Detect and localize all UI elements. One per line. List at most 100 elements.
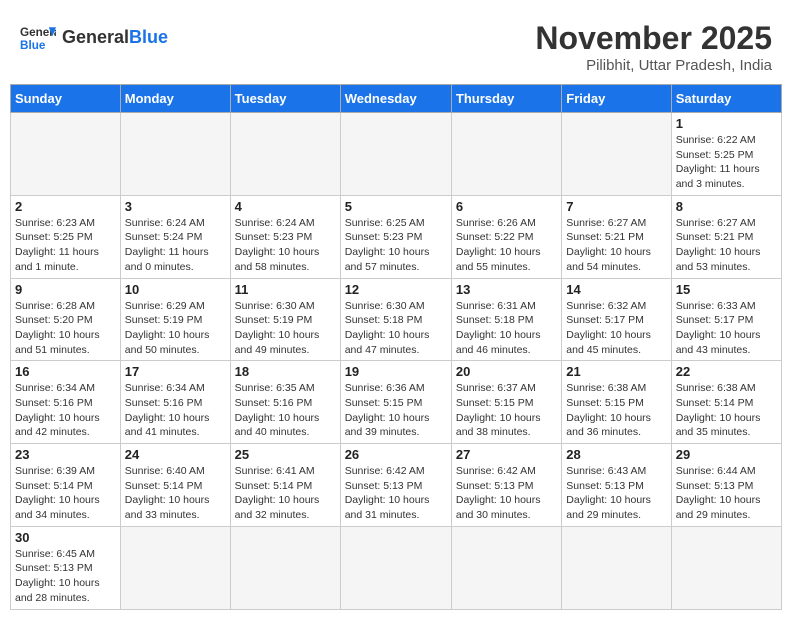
day-number: 16 [15,364,116,379]
day-number: 15 [676,282,777,297]
calendar-cell: 27Sunrise: 6:42 AMSunset: 5:13 PMDayligh… [451,444,561,527]
day-of-week-sunday: Sunday [11,85,121,113]
calendar-cell: 13Sunrise: 6:31 AMSunset: 5:18 PMDayligh… [451,278,561,361]
calendar-header: SundayMondayTuesdayWednesdayThursdayFrid… [11,85,782,113]
day-number: 23 [15,447,116,462]
day-number: 9 [15,282,116,297]
calendar-cell [562,526,671,609]
day-info: Sunrise: 6:26 AMSunset: 5:22 PMDaylight:… [456,216,557,275]
day-info: Sunrise: 6:44 AMSunset: 5:13 PMDaylight:… [676,464,777,523]
day-number: 21 [566,364,666,379]
day-of-week-tuesday: Tuesday [230,85,340,113]
calendar-cell: 30Sunrise: 6:45 AMSunset: 5:13 PMDayligh… [11,526,121,609]
day-info: Sunrise: 6:30 AMSunset: 5:18 PMDaylight:… [345,299,447,358]
day-of-week-saturday: Saturday [671,85,781,113]
day-number: 8 [676,199,777,214]
calendar-cell [120,113,230,196]
week-row-4: 23Sunrise: 6:39 AMSunset: 5:14 PMDayligh… [11,444,782,527]
day-number: 7 [566,199,666,214]
calendar-cell: 20Sunrise: 6:37 AMSunset: 5:15 PMDayligh… [451,361,561,444]
day-info: Sunrise: 6:27 AMSunset: 5:21 PMDaylight:… [566,216,666,275]
calendar-cell: 28Sunrise: 6:43 AMSunset: 5:13 PMDayligh… [562,444,671,527]
title-block: November 2025 Pilibhit, Uttar Pradesh, I… [535,20,772,74]
day-number: 6 [456,199,557,214]
calendar-cell: 6 Sunrise: 6:26 AMSunset: 5:22 PMDaylight… [451,195,561,278]
day-info: Sunrise: 6:38 AMSunset: 5:14 PMDaylight:… [676,381,777,440]
calendar-cell [230,113,340,196]
day-number: 10 [125,282,226,297]
calendar-cell: 9 Sunrise: 6:28 AMSunset: 5:20 PMDaylight… [11,278,121,361]
day-info: Sunrise: 6:22 AMSunset: 5:25 PMDaylight:… [676,133,777,192]
calendar-cell: 14 Sunrise: 6:32 AMSunset: 5:17 PMDayligh… [562,278,671,361]
week-row-1: 2Sunrise: 6:23 AMSunset: 5:25 PMDaylight… [11,195,782,278]
calendar-cell [230,526,340,609]
day-number: 20 [456,364,557,379]
calendar-cell [120,526,230,609]
day-of-week-wednesday: Wednesday [340,85,451,113]
calendar-cell: 24 Sunrise: 6:40 AMSunset: 5:14 PMDayligh… [120,444,230,527]
day-number: 3 [125,199,226,214]
generalblue-logo-icon: General Blue [20,20,56,56]
day-info: Sunrise: 6:38 AMSunset: 5:15 PMDaylight:… [566,381,666,440]
calendar-cell: 29 Sunrise: 6:44 AMSunset: 5:13 PMDayligh… [671,444,781,527]
day-info: Sunrise: 6:32 AMSunset: 5:17 PMDaylight:… [566,299,666,358]
day-number: 24 [125,447,226,462]
day-info: Sunrise: 6:43 AMSunset: 5:13 PMDaylight:… [566,464,666,523]
day-number: 11 [235,282,336,297]
day-number: 1 [676,116,777,131]
calendar-cell: 21 Sunrise: 6:38 AMSunset: 5:15 PMDayligh… [562,361,671,444]
day-info: Sunrise: 6:41 AMSunset: 5:14 PMDaylight:… [235,464,336,523]
logo-general-text: GeneralBlue [62,28,168,48]
calendar-cell: 2Sunrise: 6:23 AMSunset: 5:25 PMDaylight… [11,195,121,278]
day-info: Sunrise: 6:31 AMSunset: 5:18 PMDaylight:… [456,299,557,358]
calendar-cell [562,113,671,196]
calendar-cell: 18Sunrise: 6:35 AMSunset: 5:16 PMDayligh… [230,361,340,444]
calendar-cell: 19 Sunrise: 6:36 AMSunset: 5:15 PMDayligh… [340,361,451,444]
day-number: 2 [15,199,116,214]
day-of-week-friday: Friday [562,85,671,113]
calendar-cell: 15 Sunrise: 6:33 AMSunset: 5:17 PMDayligh… [671,278,781,361]
day-number: 30 [15,530,116,545]
day-number: 29 [676,447,777,462]
calendar-cell: 11Sunrise: 6:30 AMSunset: 5:19 PMDayligh… [230,278,340,361]
calendar-cell: 1 Sunrise: 6:22 AMSunset: 5:25 PMDaylight… [671,113,781,196]
calendar-cell: 4Sunrise: 6:24 AMSunset: 5:23 PMDaylight… [230,195,340,278]
day-info: Sunrise: 6:25 AMSunset: 5:23 PMDaylight:… [345,216,447,275]
days-of-week-row: SundayMondayTuesdayWednesdayThursdayFrid… [11,85,782,113]
day-number: 22 [676,364,777,379]
day-info: Sunrise: 6:28 AMSunset: 5:20 PMDaylight:… [15,299,116,358]
calendar-cell: 10 Sunrise: 6:29 AMSunset: 5:19 PMDayligh… [120,278,230,361]
logo: General Blue GeneralBlue [20,20,168,56]
day-info: Sunrise: 6:40 AMSunset: 5:14 PMDaylight:… [125,464,226,523]
month-title: November 2025 [535,20,772,57]
day-number: 14 [566,282,666,297]
day-info: Sunrise: 6:35 AMSunset: 5:16 PMDaylight:… [235,381,336,440]
day-number: 4 [235,199,336,214]
svg-text:Blue: Blue [20,39,46,52]
calendar-cell: 25Sunrise: 6:41 AMSunset: 5:14 PMDayligh… [230,444,340,527]
day-number: 19 [345,364,447,379]
day-number: 27 [456,447,557,462]
day-number: 26 [345,447,447,462]
calendar-cell: 8 Sunrise: 6:27 AMSunset: 5:21 PMDaylight… [671,195,781,278]
calendar-cell: 12 Sunrise: 6:30 AMSunset: 5:18 PMDayligh… [340,278,451,361]
day-info: Sunrise: 6:36 AMSunset: 5:15 PMDaylight:… [345,381,447,440]
calendar-cell [340,526,451,609]
calendar-cell [11,113,121,196]
calendar-cell: 16Sunrise: 6:34 AMSunset: 5:16 PMDayligh… [11,361,121,444]
week-row-0: 1 Sunrise: 6:22 AMSunset: 5:25 PMDaylight… [11,113,782,196]
day-info: Sunrise: 6:34 AMSunset: 5:16 PMDaylight:… [125,381,226,440]
day-number: 5 [345,199,447,214]
header: General Blue GeneralBlue November 2025 P… [10,10,782,79]
day-info: Sunrise: 6:27 AMSunset: 5:21 PMDaylight:… [676,216,777,275]
calendar-cell [451,113,561,196]
calendar-cell: 23Sunrise: 6:39 AMSunset: 5:14 PMDayligh… [11,444,121,527]
day-number: 12 [345,282,447,297]
day-info: Sunrise: 6:33 AMSunset: 5:17 PMDaylight:… [676,299,777,358]
calendar-cell: 3Sunrise: 6:24 AMSunset: 5:24 PMDaylight… [120,195,230,278]
calendar-body: 1 Sunrise: 6:22 AMSunset: 5:25 PMDaylight… [11,113,782,610]
calendar-cell: 26Sunrise: 6:42 AMSunset: 5:13 PMDayligh… [340,444,451,527]
day-info: Sunrise: 6:29 AMSunset: 5:19 PMDaylight:… [125,299,226,358]
calendar: SundayMondayTuesdayWednesdayThursdayFrid… [10,84,782,610]
calendar-cell: 22 Sunrise: 6:38 AMSunset: 5:14 PMDayligh… [671,361,781,444]
